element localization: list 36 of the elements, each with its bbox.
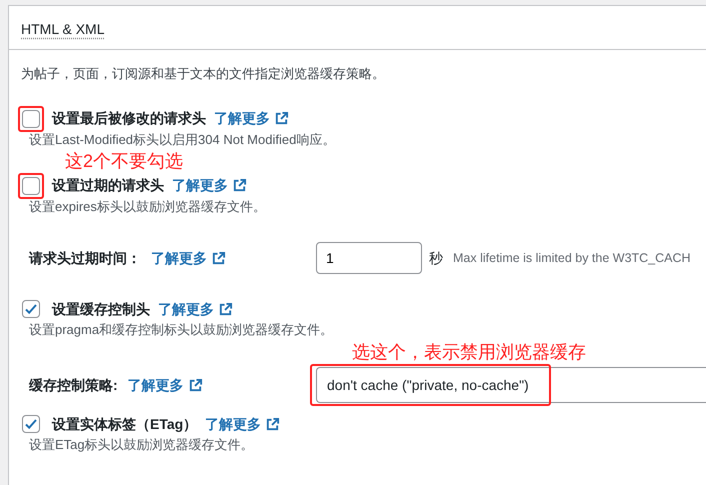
checkmark-icon [24,302,38,316]
annotation-text: 选这个，表示禁用浏览器缓存 [352,342,587,364]
checkbox-label: 设置最后被修改的请求头 [52,109,206,128]
external-link-icon [232,178,247,194]
help-text: 设置Last-Modified标头以启用304 Not Modified响应。 [29,130,336,148]
checkbox[interactable] [22,110,40,128]
checkbox-label: 设置实体标签（ETag） [52,414,198,434]
checkbox[interactable] [22,415,40,434]
checkbox[interactable] [22,300,40,318]
learn-more-link[interactable]: 了解更多 [205,414,280,435]
checkbox-label: 设置缓存控制头 [52,300,150,319]
learn-more-link[interactable]: 了解更多 [214,108,289,129]
learn-more-link[interactable]: 了解更多 [158,298,233,320]
section-description: 为帖子，页面，订阅源和基于文本的文件指定浏览器缓存策略。 [21,65,386,83]
field-label: 请求头过期时间： [29,248,141,268]
checkbox-label: 设置过期的请求头 [52,176,164,196]
learn-more-link[interactable]: 了解更多 [172,175,247,196]
checkbox[interactable] [22,176,40,195]
external-link-icon [218,302,233,317]
external-link-icon [265,416,280,432]
unit-label: 秒 [429,248,443,268]
external-link-icon [274,111,289,126]
section-title: HTML & XML [21,21,104,37]
help-text: 设置expires标头以鼓励浏览器缓存文件。 [29,198,267,216]
learn-more-link[interactable]: 了解更多 [151,248,226,269]
help-text: 设置pragma和缓存控制标头以鼓励浏览器缓存文件。 [29,321,334,340]
help-text: 设置ETag标头以鼓励浏览器缓存文件。 [29,436,255,454]
number-field[interactable]: 1 [316,242,422,274]
learn-more-link[interactable]: 了解更多 [128,374,203,396]
annotation-text: 这2个不要勾选 [65,151,184,173]
select-field[interactable]: don't cache ("private, no-cache") [316,367,706,404]
checkmark-icon [24,417,38,432]
external-link-icon [188,378,203,393]
field-label: 缓存控制策略: [29,376,118,395]
note-text: Max lifetime is limited by the W3TC_CACH [453,250,691,267]
external-link-icon [211,250,226,266]
